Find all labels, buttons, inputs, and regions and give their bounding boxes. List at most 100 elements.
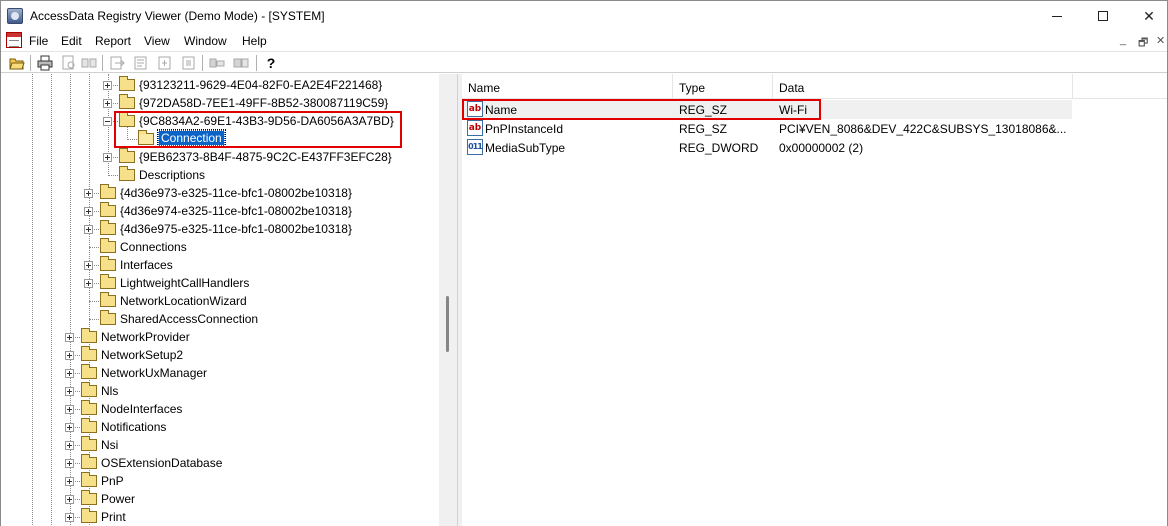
export-icon[interactable] [109, 55, 125, 71]
tree-node-label: NetworkLocationWizard [120, 294, 247, 308]
print-icon[interactable] [37, 55, 53, 71]
tree-node-label: {972DA58D-7EE1-49FF-8B52-380087119C59} [139, 96, 389, 110]
expand-icon[interactable] [103, 153, 112, 162]
tree-node[interactable]: NetworkProvider [1, 328, 439, 346]
menu-help[interactable]: Help [242, 34, 267, 48]
value-name: PnPInstanceId [485, 122, 564, 136]
expand-icon[interactable] [65, 495, 74, 504]
tree-scrollbar-thumb[interactable] [446, 296, 449, 352]
list-item[interactable]: ab PnPInstanceId REG_SZ PCI¥VEN_8086&DEV… [462, 119, 1072, 138]
menu-edit[interactable]: Edit [61, 34, 82, 48]
tree-node[interactable]: Nls [1, 382, 439, 400]
tree-node[interactable]: Power [1, 490, 439, 508]
tree-node[interactable]: Print [1, 508, 439, 526]
tree-node[interactable]: SharedAccessConnection [1, 310, 439, 328]
tree-node[interactable]: NodeInterfaces [1, 400, 439, 418]
remove-report-icon[interactable] [181, 55, 197, 71]
tree-node[interactable]: NetworkUxManager [1, 364, 439, 382]
tree-node[interactable]: NetworkLocationWizard [1, 292, 439, 310]
tree-node[interactable]: Nsi [1, 436, 439, 454]
value-type: REG_SZ [679, 122, 728, 136]
tree-node[interactable]: {9EB62373-8B4F-4875-9C2C-E437FF3EFC28} [1, 148, 439, 166]
highlight-box-connection-key [114, 111, 402, 148]
expand-icon[interactable] [65, 351, 74, 360]
tree-node-label: LightweightCallHandlers [120, 276, 250, 290]
tree-node[interactable]: {4d36e973-e325-11ce-bfc1-08002be10318} [1, 184, 439, 202]
add-report-icon[interactable] [157, 55, 173, 71]
tree-node[interactable]: Interfaces [1, 256, 439, 274]
tree-node-label: Nls [101, 384, 119, 398]
tree-node-label: {4d36e974-e325-11ce-bfc1-08002be10318} [120, 204, 352, 218]
folder-icon [100, 256, 116, 271]
expand-icon[interactable] [103, 81, 112, 90]
mdi-close-icon[interactable]: ✕ [1156, 34, 1165, 47]
folder-icon [81, 346, 97, 361]
tree-node[interactable]: Descriptions [1, 166, 439, 184]
folder-icon [100, 202, 116, 217]
toolbar-separator [202, 55, 203, 71]
next-bookmark-icon[interactable] [233, 55, 249, 71]
expand-icon[interactable] [65, 459, 74, 468]
column-header-data[interactable]: Data [773, 74, 1073, 98]
tree-node-label: Print [101, 510, 126, 524]
tree-node[interactable]: {93123211-9629-4E04-82F0-EA2E4F221468} [1, 76, 439, 94]
tree-node[interactable]: NetworkSetup2 [1, 346, 439, 364]
find-icon[interactable] [61, 55, 77, 71]
find-next-icon[interactable] [81, 55, 97, 71]
expand-icon[interactable] [65, 423, 74, 432]
minimize-button[interactable] [1034, 1, 1080, 31]
tree-node[interactable]: Connections [1, 238, 439, 256]
column-header-type[interactable]: Type [673, 74, 773, 98]
folder-icon [81, 364, 97, 379]
toolbar-separator [30, 55, 31, 71]
expand-icon[interactable] [103, 99, 112, 108]
menu-view[interactable]: View [144, 34, 170, 48]
folder-icon [81, 454, 97, 469]
values-list: Name Type Data ab Name REG_SZ Wi-Fi ab P… [462, 74, 1167, 526]
folder-icon [100, 310, 116, 325]
tree-node[interactable]: Notifications [1, 418, 439, 436]
collapse-icon[interactable] [103, 117, 112, 126]
close-button[interactable]: ✕ [1126, 1, 1168, 31]
tree-node[interactable]: PnP [1, 472, 439, 490]
list-item[interactable]: 011 MediaSubType REG_DWORD 0x00000002 (2… [462, 138, 1072, 157]
expand-icon[interactable] [65, 513, 74, 522]
tree-node-label: {4d36e973-e325-11ce-bfc1-08002be10318} [120, 186, 352, 200]
expand-icon[interactable] [65, 441, 74, 450]
tree-node[interactable]: OSExtensionDatabase [1, 454, 439, 472]
menu-report[interactable]: Report [95, 34, 131, 48]
expand-icon[interactable] [84, 207, 93, 216]
column-header-name[interactable]: Name [462, 74, 673, 98]
mdi-minimize-icon[interactable]: _ [1120, 34, 1126, 46]
folder-icon [100, 292, 116, 307]
tree-node[interactable]: {972DA58D-7EE1-49FF-8B52-380087119C59} [1, 94, 439, 112]
app-window: AccessData Registry Viewer (Demo Mode) -… [0, 0, 1168, 526]
expand-icon[interactable] [65, 405, 74, 414]
tree-node[interactable]: {4d36e974-e325-11ce-bfc1-08002be10318} [1, 202, 439, 220]
folder-icon [81, 490, 97, 505]
tree-node-label: Nsi [101, 438, 119, 452]
tree-node[interactable]: {4d36e975-e325-11ce-bfc1-08002be10318} [1, 220, 439, 238]
open-folder-icon[interactable] [9, 55, 25, 71]
maximize-button[interactable] [1080, 1, 1126, 31]
document-icon[interactable] [6, 32, 22, 48]
app-icon [7, 8, 23, 24]
value-data: Wi-Fi [779, 103, 807, 117]
expand-icon[interactable] [84, 189, 93, 198]
tree-scrollbar[interactable] [439, 74, 457, 526]
expand-icon[interactable] [65, 477, 74, 486]
menu-window[interactable]: Window [184, 34, 227, 48]
expand-icon[interactable] [84, 279, 93, 288]
registry-tree[interactable]: {93123211-9629-4E04-82F0-EA2E4F221468} {9… [1, 74, 458, 526]
report-icon[interactable] [133, 55, 149, 71]
expand-icon[interactable] [65, 387, 74, 396]
menu-file[interactable]: File [29, 34, 48, 48]
expand-icon[interactable] [84, 225, 93, 234]
expand-icon[interactable] [65, 333, 74, 342]
folder-icon [119, 76, 135, 91]
bookmark-icon[interactable] [209, 55, 225, 71]
help-icon[interactable]: ? [263, 55, 279, 71]
expand-icon[interactable] [84, 261, 93, 270]
tree-node[interactable]: LightweightCallHandlers [1, 274, 439, 292]
expand-icon[interactable] [65, 369, 74, 378]
